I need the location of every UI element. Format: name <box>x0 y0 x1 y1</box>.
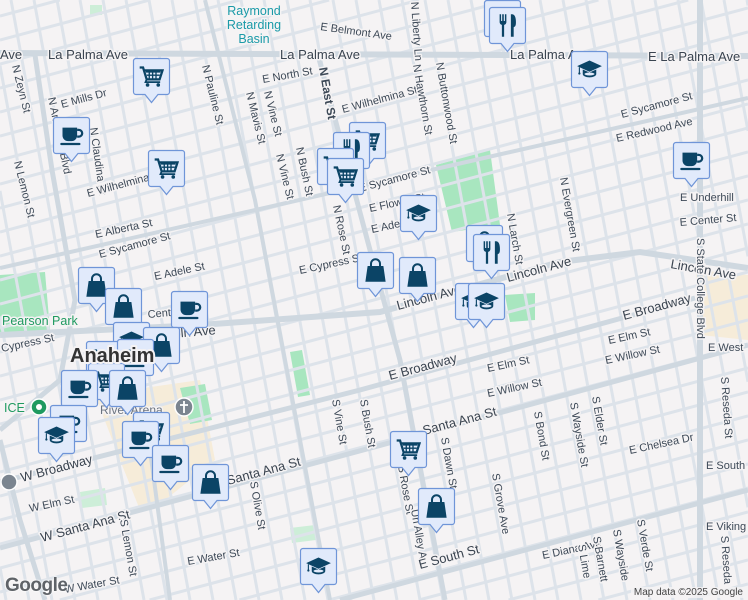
street-label-state-college: S State College Blvd <box>694 238 706 339</box>
map-canvas[interactable]: Raymond Retarding Basin Pearson Park ICE… <box>0 0 748 600</box>
pearson-park-label: Pearson Park <box>2 314 78 328</box>
street-label-south-1: E South <box>706 460 745 472</box>
basin-label-2: Retarding <box>227 18 281 32</box>
ice-label: ICE <box>4 401 25 415</box>
map-container: Raymond Retarding Basin Pearson Park ICE… <box>0 0 748 600</box>
map-attribution[interactable]: Map data ©2025 Google <box>630 587 746 598</box>
street-label-west: E West <box>708 342 743 354</box>
basin-label-3: Basin <box>238 32 269 46</box>
street-label-la-palma-2: La Palma Ave <box>48 47 128 62</box>
street-label-la-palma-5: E La Palma Ave <box>648 49 740 64</box>
left-edge-pin-icon[interactable] <box>0 473 18 491</box>
street-label-la-palma-3: La Palma Ave <box>280 47 360 62</box>
street-label-la-palma-1: Ave <box>0 47 22 62</box>
church-pin-icon[interactable] <box>174 397 194 417</box>
city-label: Anaheim <box>70 345 154 367</box>
google-logo: Google <box>5 575 68 596</box>
street-label-underhill: E Underhill <box>680 192 734 204</box>
ice-pin-icon[interactable] <box>30 398 48 416</box>
city-label-layer: Anaheim <box>68 343 156 369</box>
basin-label-1: Raymond <box>227 4 281 18</box>
street-label-viking: E Viking <box>706 521 746 533</box>
